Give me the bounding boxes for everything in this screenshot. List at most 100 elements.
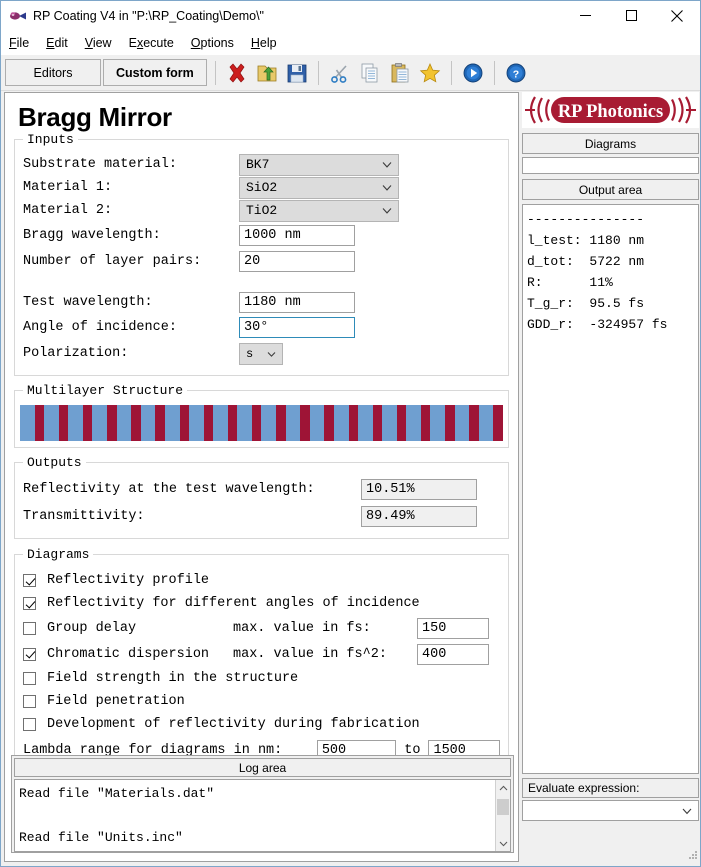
checkbox-field-penetration[interactable] bbox=[23, 695, 36, 708]
scroll-up-icon[interactable] bbox=[496, 780, 511, 795]
layer-high-index bbox=[179, 405, 189, 441]
label-layer-pairs: Number of layer pairs: bbox=[23, 253, 202, 269]
checkbox-field-strength[interactable] bbox=[23, 672, 36, 685]
chevron-down-icon bbox=[382, 203, 392, 218]
custom-form-panel: Bragg Mirror Inputs Substrate material: … bbox=[4, 92, 519, 862]
layer-high-index bbox=[58, 405, 69, 441]
layer-low-index bbox=[213, 405, 228, 441]
cut-icon[interactable] bbox=[325, 58, 355, 88]
menu-item-options[interactable]: Options bbox=[191, 36, 234, 50]
angle-of-incidence-input[interactable]: 30° bbox=[239, 317, 355, 338]
label-group-delay-max: max. value in fs: bbox=[233, 620, 371, 636]
save-icon[interactable] bbox=[282, 58, 312, 88]
menu-item-execute[interactable]: Execute bbox=[129, 36, 174, 50]
log-scrollbar-thumb[interactable] bbox=[497, 799, 509, 815]
layer-high-index bbox=[203, 405, 214, 441]
help-icon[interactable]: ? bbox=[501, 58, 531, 88]
checkbox-row-reflectivity-profile[interactable]: Reflectivity profile bbox=[23, 569, 500, 592]
material-1-select[interactable]: SiO2 bbox=[239, 176, 399, 199]
checkbox-label-field-strength: Field strength in the structure bbox=[47, 671, 299, 686]
field-row-angle-of-incidence: Angle of incidence: 30° bbox=[23, 315, 500, 340]
layer-high-index bbox=[445, 405, 455, 441]
checkbox-reflectivity-profile[interactable] bbox=[23, 574, 36, 587]
menu-item-edit[interactable]: Edit bbox=[46, 36, 68, 50]
log-scrollbar[interactable] bbox=[495, 780, 510, 851]
log-area-header[interactable]: Log area bbox=[14, 758, 511, 777]
checkbox-row-reflectivity-angles[interactable]: Reflectivity for different angles of inc… bbox=[23, 592, 500, 615]
minimize-icon[interactable] bbox=[562, 1, 608, 31]
title-bar: RP Coating V4 in "P:\RP_Coating\Demo\" bbox=[1, 1, 700, 31]
maximize-icon[interactable] bbox=[608, 1, 654, 31]
close-icon[interactable] bbox=[654, 1, 700, 31]
chevron-down-icon bbox=[682, 802, 692, 820]
label-material-1: Material 1: bbox=[23, 180, 113, 195]
checkbox-row-development-reflectivity[interactable]: Development of reflectivity during fabri… bbox=[23, 713, 500, 736]
svg-text:RP Photonics: RP Photonics bbox=[558, 102, 663, 122]
open-folder-icon[interactable] bbox=[252, 58, 282, 88]
checkbox-reflectivity-angles[interactable] bbox=[23, 597, 36, 610]
custom-form-tab[interactable]: Custom form bbox=[103, 59, 207, 86]
checkbox-group-delay[interactable] bbox=[23, 621, 36, 635]
editors-tab[interactable]: Editors bbox=[5, 59, 101, 86]
rp-photonics-logo: RP Photonics bbox=[522, 92, 699, 128]
favorite-star-icon[interactable] bbox=[415, 58, 445, 88]
label-test-wavelength: Test wavelength: bbox=[23, 295, 153, 310]
toolbar-divider-4 bbox=[493, 60, 495, 85]
checkbox-row-group-delay[interactable]: Group delay max. value in fs: 150 bbox=[23, 615, 500, 641]
field-row-substrate-material: Substrate material: BK7 bbox=[23, 153, 500, 176]
layer-low-index bbox=[309, 405, 325, 441]
menu-item-help[interactable]: Help bbox=[251, 36, 277, 50]
menu-item-view[interactable]: View bbox=[85, 36, 112, 50]
copy-icon[interactable] bbox=[355, 58, 385, 88]
paste-icon[interactable] bbox=[385, 58, 415, 88]
diagrams-preview-area bbox=[522, 157, 699, 174]
output-area-button[interactable]: Output area bbox=[522, 179, 699, 200]
menu-item-file[interactable]: File bbox=[9, 36, 29, 50]
layer-low-index bbox=[188, 405, 204, 441]
checkbox-label-field-penetration: Field penetration bbox=[47, 694, 185, 709]
layer-high-index bbox=[82, 405, 93, 441]
polarization-select[interactable]: s bbox=[239, 342, 283, 365]
log-line: Read file "Units.inc" bbox=[19, 830, 183, 845]
layer-low-index bbox=[454, 405, 470, 441]
resize-grip-icon[interactable] bbox=[687, 848, 699, 866]
scroll-down-icon[interactable] bbox=[496, 836, 511, 851]
checkbox-row-field-penetration[interactable]: Field penetration bbox=[23, 690, 500, 713]
run-icon[interactable] bbox=[458, 58, 488, 88]
diagrams-button[interactable]: Diagrams bbox=[522, 133, 699, 154]
evaluate-expression-input[interactable] bbox=[522, 800, 699, 821]
checkbox-row-field-strength[interactable]: Field strength in the structure bbox=[23, 667, 500, 690]
field-row-polarization: Polarization: s bbox=[23, 340, 500, 367]
layer-low-index bbox=[92, 405, 108, 441]
material-1-value: SiO2 bbox=[246, 180, 278, 195]
layer-high-index bbox=[396, 405, 407, 441]
material-2-value: TiO2 bbox=[246, 203, 278, 218]
toolbar-divider-3 bbox=[450, 60, 452, 85]
label-transmittivity: Transmittivity: bbox=[23, 509, 145, 524]
layer-low-index bbox=[285, 405, 301, 441]
substrate-material-select[interactable]: BK7 bbox=[239, 153, 399, 176]
field-row-bragg-wavelength: Bragg wavelength: 1000 nm bbox=[23, 222, 500, 248]
log-area-content: Read file "Materials.dat" Read file "Uni… bbox=[14, 779, 511, 852]
checkbox-chromatic-dispersion[interactable] bbox=[23, 647, 36, 661]
output-area-content: --------------- l_test: 1180 nm d_tot: 5… bbox=[522, 204, 699, 774]
multilayer-structure-diagram bbox=[20, 405, 503, 441]
chromatic-dispersion-max-input[interactable]: 400 bbox=[417, 643, 489, 665]
label-angle-of-incidence: Angle of incidence: bbox=[23, 320, 177, 335]
checkbox-row-chromatic-dispersion[interactable]: Chromatic dispersion max. value in fs^2:… bbox=[23, 641, 500, 667]
label-material-2: Material 2: bbox=[23, 203, 113, 218]
chevron-down-icon bbox=[382, 180, 392, 195]
layer-low-index bbox=[478, 405, 494, 441]
label-bragg-wavelength: Bragg wavelength: bbox=[23, 227, 161, 243]
bragg-wavelength-input[interactable]: 1000 nm bbox=[239, 224, 355, 246]
checkbox-label-group-delay: Group delay bbox=[47, 620, 137, 636]
checkbox-development-reflectivity[interactable] bbox=[23, 718, 36, 731]
test-wavelength-input[interactable]: 1180 nm bbox=[239, 292, 355, 313]
material-2-select[interactable]: TiO2 bbox=[239, 199, 399, 222]
layer-high-index bbox=[276, 405, 286, 441]
layer-pairs-input[interactable]: 20 bbox=[239, 250, 355, 272]
group-delay-max-input[interactable]: 150 bbox=[417, 617, 489, 639]
window-title: RP Coating V4 in "P:\RP_Coating\Demo\" bbox=[33, 8, 264, 23]
delete-icon[interactable] bbox=[222, 58, 252, 88]
chevron-down-icon bbox=[267, 346, 276, 361]
